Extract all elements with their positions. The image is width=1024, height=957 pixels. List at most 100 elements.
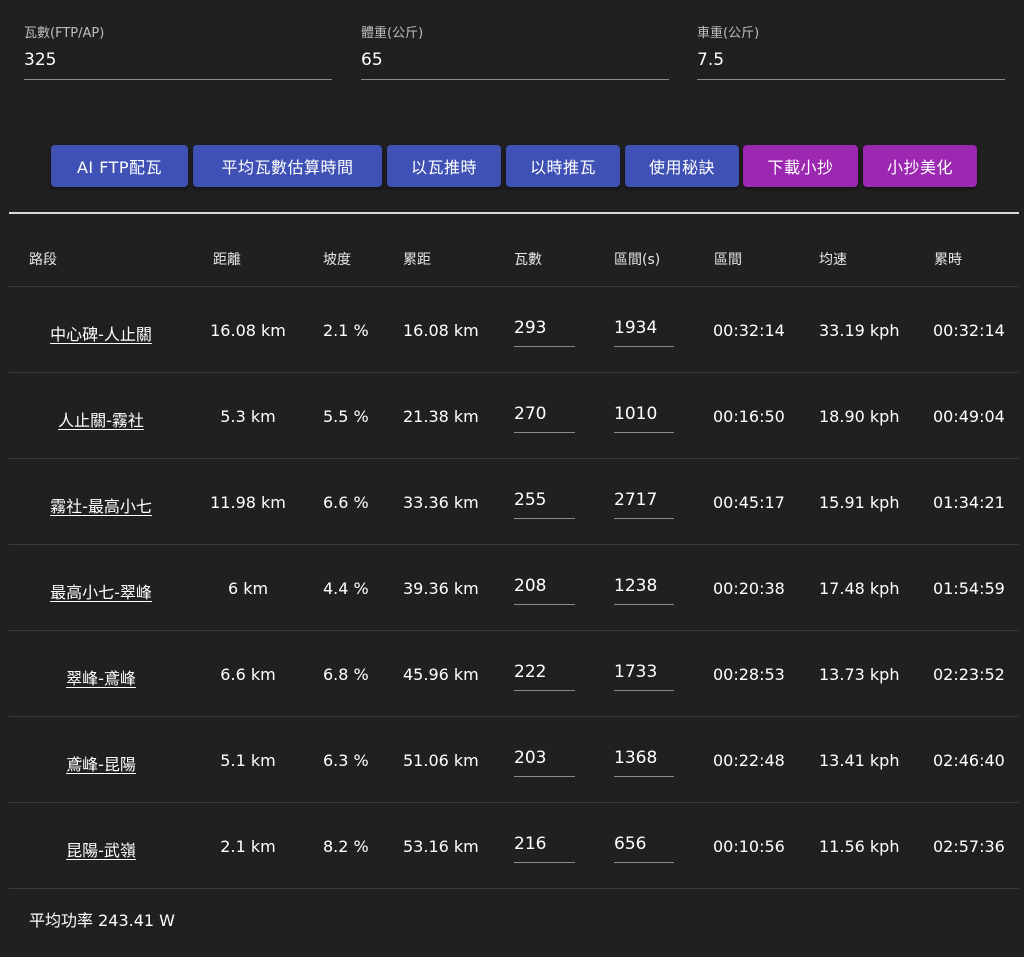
ftp-input[interactable]: 325 (24, 50, 332, 70)
weight-field[interactable]: 體重(公斤) 65 (361, 26, 669, 80)
interval-cell: 00:22:48 (713, 751, 785, 770)
interval-cell: 00:16:50 (713, 407, 785, 426)
segment-table: 路段 距離 坡度 累距 瓦數 區間(s) 區間 均速 累時 中心碑-人止關 16.… (9, 215, 1019, 889)
distance-cell: 16.08 km (210, 321, 286, 340)
cum-distance-cell: 53.16 km (403, 837, 479, 856)
speed-cell: 13.41 kph (819, 751, 900, 770)
seconds-input[interactable]: 1010 (614, 403, 674, 433)
bike-weight-label: 車重(公斤) (697, 26, 760, 41)
watts-input[interactable]: 203 (514, 747, 575, 777)
page: 瓦數(FTP/AP) 325 體重(公斤) 65 車重(公斤) 7.5 AI F… (0, 0, 1024, 957)
table-body: 中心碑-人止關 16.08 km 2.1 % 16.08 km 293 1934 00:32… (9, 287, 1019, 889)
cum-time-cell: 02:46:40 (933, 751, 1005, 770)
avg-power-summary: 平均功率 243.41 W (29, 911, 175, 930)
grade-cell: 4.4 % (323, 579, 369, 598)
divider (9, 212, 1019, 214)
cum-time-cell: 02:23:52 (933, 665, 1005, 684)
cum-time-cell: 00:32:14 (933, 321, 1005, 340)
table-row: 中心碑-人止關 16.08 km 2.1 % 16.08 km 293 1934 00:32… (9, 287, 1019, 373)
action-buttons: AI FTP配瓦 平均瓦數估算時間 以瓦推時 以時推瓦 使用秘訣 下載小抄 小抄… (0, 145, 1024, 187)
grade-cell: 6.6 % (323, 493, 369, 512)
table-row: 鳶峰-昆陽 5.1 km 6.3 % 51.06 km 203 1368 00:22:48 1… (9, 717, 1019, 803)
table-row: 最高小七-翠峰 6 km 4.4 % 39.36 km 208 1238 00:20:38 1… (9, 545, 1019, 631)
grade-cell: 5.5 % (323, 407, 369, 426)
bike-weight-input[interactable]: 7.5 (697, 50, 1005, 70)
speed-cell: 11.56 kph (819, 837, 900, 856)
settings-fields: 瓦數(FTP/AP) 325 體重(公斤) 65 車重(公斤) 7.5 (0, 0, 1024, 100)
cum-distance-cell: 39.36 km (403, 579, 479, 598)
header-watts: 瓦數 (514, 252, 542, 268)
header-segment: 路段 (29, 252, 57, 268)
cum-distance-cell: 51.06 km (403, 751, 479, 770)
speed-cell: 18.90 kph (819, 407, 900, 426)
grade-cell: 6.8 % (323, 665, 369, 684)
segment-link[interactable]: 最高小七-翠峰 (9, 579, 193, 603)
tips-button[interactable]: 使用秘訣 (625, 145, 739, 187)
header-seconds: 區間(s) (614, 252, 661, 268)
header-cum-time: 累時 (934, 252, 962, 268)
seconds-input[interactable]: 656 (614, 833, 674, 863)
watts-input[interactable]: 270 (514, 403, 575, 433)
table-row: 昆陽-武嶺 2.1 km 8.2 % 53.16 km 216 656 00:10:56 11… (9, 803, 1019, 889)
interval-cell: 00:20:38 (713, 579, 785, 598)
table-header: 路段 距離 坡度 累距 瓦數 區間(s) 區間 均速 累時 (9, 215, 1019, 287)
watt-to-time-button[interactable]: 以瓦推時 (387, 145, 501, 187)
ai-ftp-button[interactable]: AI FTP配瓦 (51, 145, 188, 187)
watts-input[interactable]: 255 (514, 489, 575, 519)
grade-cell: 6.3 % (323, 751, 369, 770)
grade-cell: 8.2 % (323, 837, 369, 856)
speed-cell: 13.73 kph (819, 665, 900, 684)
avg-estimate-button[interactable]: 平均瓦數估算時間 (193, 145, 382, 187)
distance-cell: 6.6 km (220, 665, 276, 684)
interval-cell: 00:10:56 (713, 837, 785, 856)
cum-distance-cell: 33.36 km (403, 493, 479, 512)
download-cheatsheet-button[interactable]: 下載小抄 (743, 145, 858, 187)
distance-cell: 11.98 km (210, 493, 286, 512)
table-row: 霧社-最高小七 11.98 km 6.6 % 33.36 km 255 2717 00:45… (9, 459, 1019, 545)
cum-distance-cell: 45.96 km (403, 665, 479, 684)
cum-time-cell: 00:49:04 (933, 407, 1005, 426)
header-distance: 距離 (213, 252, 241, 268)
speed-cell: 17.48 kph (819, 579, 900, 598)
seconds-input[interactable]: 1368 (614, 747, 674, 777)
watts-input[interactable]: 216 (514, 833, 575, 863)
watts-input[interactable]: 293 (514, 317, 575, 347)
weight-input[interactable]: 65 (361, 50, 669, 70)
seconds-input[interactable]: 1733 (614, 661, 674, 691)
watts-input[interactable]: 208 (514, 575, 575, 605)
cum-time-cell: 01:54:59 (933, 579, 1005, 598)
cum-distance-cell: 16.08 km (403, 321, 479, 340)
header-cum-distance: 累距 (403, 252, 431, 268)
cum-distance-cell: 21.38 km (403, 407, 479, 426)
table-row: 人止關-霧社 5.3 km 5.5 % 21.38 km 270 1010 00:16:50… (9, 373, 1019, 459)
speed-cell: 15.91 kph (819, 493, 900, 512)
segment-link[interactable]: 翠峰-鳶峰 (9, 665, 193, 689)
interval-cell: 00:45:17 (713, 493, 785, 512)
header-speed: 均速 (819, 252, 847, 268)
bike-weight-field[interactable]: 車重(公斤) 7.5 (697, 26, 1005, 80)
segment-link[interactable]: 人止關-霧社 (9, 407, 193, 431)
cum-time-cell: 01:34:21 (933, 493, 1005, 512)
distance-cell: 5.1 km (220, 751, 276, 770)
seconds-input[interactable]: 1238 (614, 575, 674, 605)
seconds-input[interactable]: 2717 (614, 489, 674, 519)
distance-cell: 6 km (227, 579, 269, 598)
seconds-input[interactable]: 1934 (614, 317, 674, 347)
segment-link[interactable]: 中心碑-人止關 (9, 321, 193, 345)
weight-label: 體重(公斤) (361, 26, 424, 41)
segment-link[interactable]: 霧社-最高小七 (9, 493, 193, 517)
time-to-watt-button[interactable]: 以時推瓦 (506, 145, 620, 187)
cum-time-cell: 02:57:36 (933, 837, 1005, 856)
speed-cell: 33.19 kph (819, 321, 900, 340)
interval-cell: 00:32:14 (713, 321, 785, 340)
segment-link[interactable]: 昆陽-武嶺 (9, 837, 193, 861)
beautify-cheatsheet-button[interactable]: 小抄美化 (863, 145, 977, 187)
ftp-label: 瓦數(FTP/AP) (24, 26, 105, 41)
segment-link[interactable]: 鳶峰-昆陽 (9, 751, 193, 775)
watts-input[interactable]: 222 (514, 661, 575, 691)
distance-cell: 2.1 km (220, 837, 276, 856)
ftp-field[interactable]: 瓦數(FTP/AP) 325 (24, 26, 332, 80)
interval-cell: 00:28:53 (713, 665, 785, 684)
table-row: 翠峰-鳶峰 6.6 km 6.8 % 45.96 km 222 1733 00:28:53 1… (9, 631, 1019, 717)
header-grade: 坡度 (323, 252, 351, 268)
